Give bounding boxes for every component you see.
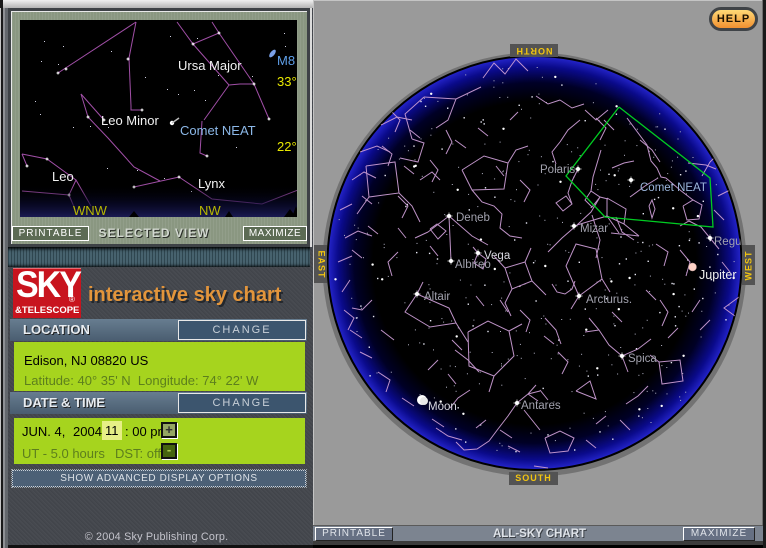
svg-text:Antares: Antares [521,400,561,412]
svg-text:Comet NEAT: Comet NEAT [640,182,707,194]
svg-text:Polaris: Polaris [540,164,575,176]
svg-text:Altair: Altair [424,291,450,303]
svg-text:Mizar: Mizar [580,223,608,235]
svg-text:Moon: Moon [428,401,457,413]
svg-text:Arcturus.: Arcturus. [586,294,632,306]
svg-text:Spica: Spica [628,353,657,365]
svg-text:Albireo: Albireo [455,259,491,271]
svg-text:Jupiter: Jupiter [699,268,737,282]
svg-text:Deneb: Deneb [456,212,490,224]
